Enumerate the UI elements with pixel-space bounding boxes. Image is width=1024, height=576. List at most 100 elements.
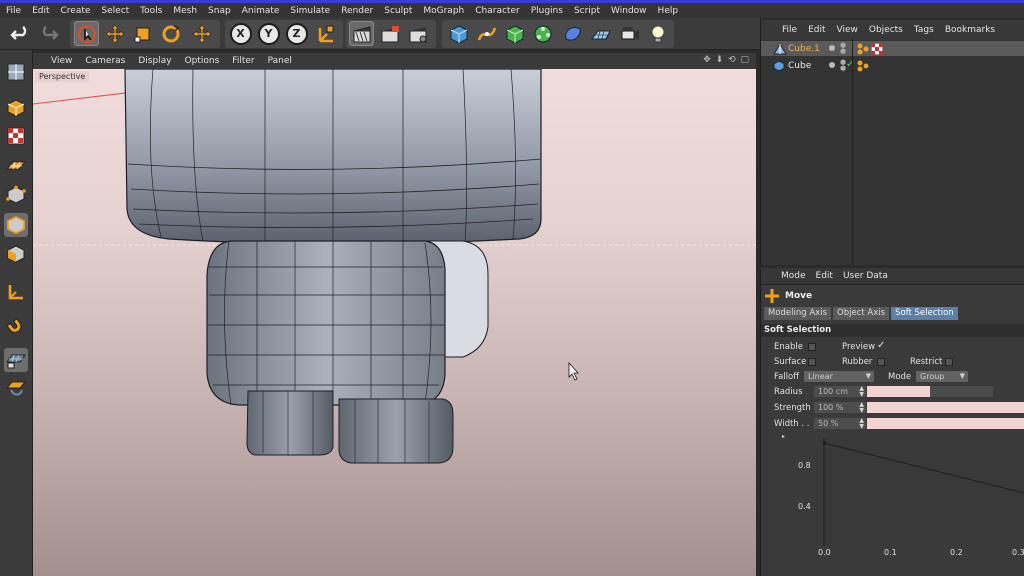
menu-edit[interactable]: Edit xyxy=(32,6,49,16)
rubber-checkbox[interactable] xyxy=(877,358,885,366)
make-editable-button[interactable] xyxy=(4,60,28,84)
stepper-arrows-icon[interactable]: ▲ ▼ xyxy=(859,418,864,430)
radius-field[interactable]: 100 cm ▲ ▼ xyxy=(814,386,866,397)
texture-tag-icon[interactable] xyxy=(871,43,883,55)
camera-button[interactable] xyxy=(617,21,642,46)
undo-button[interactable] xyxy=(8,21,33,46)
am-menu-user-data[interactable]: User Data xyxy=(843,271,888,281)
object-row-cube[interactable]: Cube ● ● ✓ xyxy=(761,58,1024,73)
coordinate-system-button[interactable] xyxy=(313,21,338,46)
menu-animate[interactable]: Animate xyxy=(242,6,280,16)
preview-checkbox[interactable]: ✓ xyxy=(877,340,885,351)
cloner-button[interactable] xyxy=(530,21,555,46)
workplane-mode-button[interactable] xyxy=(4,154,28,178)
menu-help[interactable]: Help xyxy=(658,6,679,16)
render-view-button[interactable] xyxy=(349,21,374,46)
menu-character[interactable]: Character xyxy=(475,6,519,16)
viewport-nav-icons[interactable]: ✥ ⬇ ⟲ ▢ xyxy=(703,55,750,65)
edges-mode-button[interactable] xyxy=(4,213,28,237)
snap-button[interactable] xyxy=(4,316,28,340)
width-field[interactable]: 50 % ▲ ▼ xyxy=(814,418,866,429)
om-menu-tags[interactable]: Tags xyxy=(914,25,934,35)
visibility-dot-icon[interactable] xyxy=(829,62,835,68)
radius-slider[interactable] xyxy=(867,386,993,397)
falloff-curve-plot[interactable] xyxy=(823,438,1024,546)
enabled-check-icon[interactable]: ✓ xyxy=(846,59,854,70)
workplane-lock-button[interactable] xyxy=(4,348,28,372)
last-tool-button[interactable] xyxy=(189,21,214,46)
points-mode-button[interactable] xyxy=(4,183,28,207)
viewport-menu-panel[interactable]: Panel xyxy=(268,56,292,66)
render-visibility-icon[interactable]: ● ● xyxy=(840,42,846,55)
graph-collapse-arrow-icon[interactable]: ▸ xyxy=(782,433,785,440)
tab-soft-selection[interactable]: Soft Selection xyxy=(891,307,958,320)
menu-render[interactable]: Render xyxy=(341,6,373,16)
texture-mode-button[interactable] xyxy=(4,124,28,148)
z-axis-lock-button[interactable]: Z xyxy=(284,21,309,46)
perspective-viewport[interactable]: Perspective xyxy=(33,69,756,576)
render-picture-viewer-button[interactable] xyxy=(377,21,402,46)
light-button[interactable] xyxy=(645,21,670,46)
viewport-menu-display[interactable]: Display xyxy=(138,56,171,66)
planar-workplane-button[interactable] xyxy=(4,376,28,400)
enable-checkbox[interactable] xyxy=(808,343,816,351)
rotate-tool-button[interactable] xyxy=(158,21,183,46)
cube-hips-mesh[interactable] xyxy=(206,240,489,406)
menu-snap[interactable]: Snap xyxy=(208,6,231,16)
stepper-arrows-icon[interactable]: ▲ ▼ xyxy=(859,386,864,398)
restrict-checkbox[interactable] xyxy=(945,358,953,366)
cube-object-button[interactable] xyxy=(446,21,471,46)
cube-body-mesh[interactable] xyxy=(124,69,542,247)
mode-dropdown[interactable]: Group ▼ xyxy=(916,371,968,382)
om-menu-file[interactable]: File xyxy=(782,25,797,35)
om-menu-objects[interactable]: Objects xyxy=(869,25,903,35)
viewport-menu-options[interactable]: Options xyxy=(185,56,220,66)
redo-button[interactable] xyxy=(35,21,60,46)
live-selection-button[interactable] xyxy=(74,21,99,46)
viewport-menu-view[interactable]: View xyxy=(51,56,72,66)
scale-tool-button[interactable] xyxy=(130,21,155,46)
strength-slider[interactable] xyxy=(867,402,1024,413)
tab-modeling-axis[interactable]: Modeling Axis xyxy=(764,307,832,320)
stepper-arrows-icon[interactable]: ▲ ▼ xyxy=(859,402,864,414)
visibility-dot-icon[interactable] xyxy=(829,45,835,51)
menu-select[interactable]: Select xyxy=(101,6,129,16)
menu-window[interactable]: Window xyxy=(611,6,647,16)
deformer-button[interactable] xyxy=(560,21,585,46)
menu-script[interactable]: Script xyxy=(574,6,600,16)
surface-checkbox[interactable] xyxy=(808,358,816,366)
viewport-scene[interactable] xyxy=(33,69,756,576)
om-menu-view[interactable]: View xyxy=(837,25,858,35)
phong-tag-icon[interactable] xyxy=(857,43,869,55)
viewport-menu-cameras[interactable]: Cameras xyxy=(85,56,125,66)
menu-simulate[interactable]: Simulate xyxy=(290,6,330,16)
polygons-mode-button[interactable] xyxy=(4,242,28,266)
object-row-cube-1[interactable]: Cube.1 ● ● xyxy=(761,41,1024,56)
viewport-menu-filter[interactable]: Filter xyxy=(232,56,254,66)
menu-file[interactable]: File xyxy=(6,6,21,16)
spline-pen-button[interactable] xyxy=(474,21,499,46)
menu-mesh[interactable]: Mesh xyxy=(173,6,197,16)
falloff-dropdown[interactable]: Linear ▼ xyxy=(804,371,874,382)
width-slider[interactable] xyxy=(867,418,1024,429)
menu-create[interactable]: Create xyxy=(61,6,91,16)
strength-field[interactable]: 100 % ▲ ▼ xyxy=(814,402,866,413)
y-axis-lock-button[interactable]: Y xyxy=(256,21,281,46)
render-settings-button[interactable] xyxy=(405,21,430,46)
menu-tools[interactable]: Tools xyxy=(140,6,162,16)
falloff-curve-graph[interactable] xyxy=(823,438,1024,546)
floor-button[interactable] xyxy=(588,21,613,46)
om-menu-edit[interactable]: Edit xyxy=(808,25,825,35)
subdivision-surface-button[interactable] xyxy=(502,21,527,46)
x-axis-lock-button[interactable]: X xyxy=(228,21,253,46)
menu-plugins[interactable]: Plugins xyxy=(531,6,563,16)
curve-knot[interactable] xyxy=(823,441,826,445)
cube-legs-mesh[interactable] xyxy=(246,390,454,464)
model-mode-button[interactable] xyxy=(4,96,28,120)
menu-sculpt[interactable]: Sculpt xyxy=(384,6,412,16)
phong-tag-icon[interactable] xyxy=(857,60,869,72)
tab-object-axis[interactable]: Object Axis xyxy=(833,307,890,320)
om-menu-bookmarks[interactable]: Bookmarks xyxy=(945,25,995,35)
move-tool-button[interactable] xyxy=(102,21,127,46)
am-menu-mode[interactable]: Mode xyxy=(781,271,806,281)
